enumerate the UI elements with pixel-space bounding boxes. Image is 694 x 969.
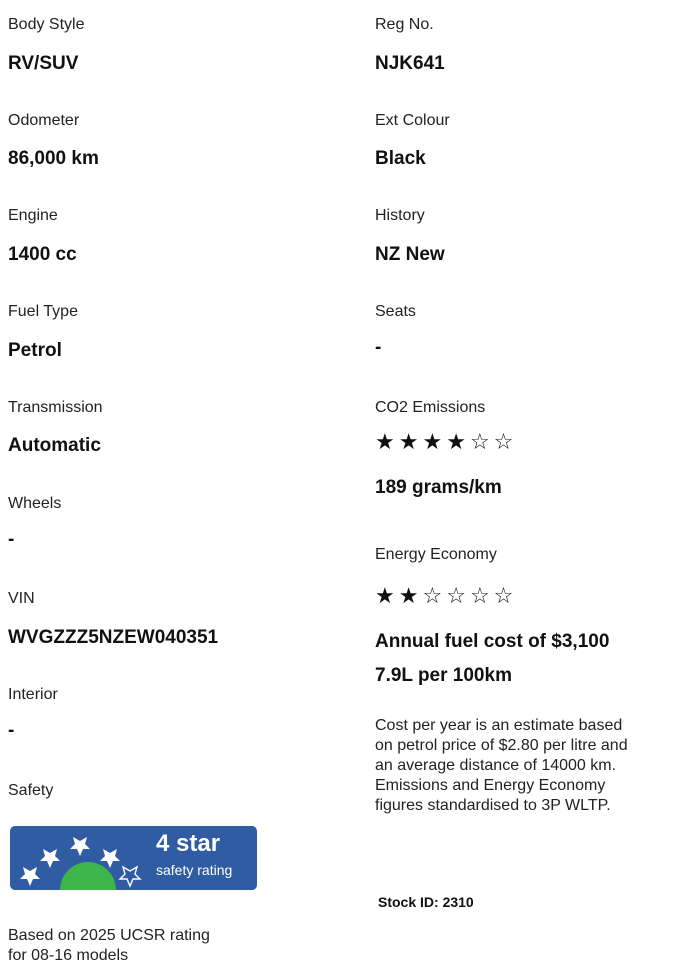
co2-star-rating: ★★★★☆☆ xyxy=(375,430,517,454)
wheels-label: Wheels xyxy=(8,495,62,512)
badge-subtitle: safety rating xyxy=(156,862,233,878)
co2-value: 189 grams/km xyxy=(375,477,502,498)
odometer-label: Odometer xyxy=(8,112,80,129)
body-style-value: RV/SUV xyxy=(8,53,79,74)
star-filled-icon: ★ xyxy=(375,429,399,454)
fuel-note-line: Emissions and Energy Economy xyxy=(375,777,606,794)
star-filled-icon: ★ xyxy=(398,583,423,608)
star-empty-icon: ☆ xyxy=(493,583,518,608)
star-filled-icon: ★ xyxy=(422,429,447,454)
history-label: History xyxy=(375,207,425,224)
engine-value: 1400 cc xyxy=(8,244,77,265)
star-empty-icon: ☆ xyxy=(446,583,470,608)
fuel-type-value: Petrol xyxy=(8,340,62,361)
ext-colour-value: Black xyxy=(375,148,426,169)
transmission-label: Transmission xyxy=(8,399,103,416)
energy-economy-label: Energy Economy xyxy=(375,546,497,563)
fuel-consumption: 7.9L per 100km xyxy=(375,665,512,686)
fuel-note-line: figures standardised to 3P WLTP. xyxy=(375,797,611,814)
star-filled-icon: ★ xyxy=(375,583,399,608)
annual-fuel-cost: Annual fuel cost of $3,100 xyxy=(375,631,610,652)
wheels-value: - xyxy=(8,529,15,550)
safety-note-line1: Based on 2025 UCSR rating xyxy=(8,927,210,944)
engine-label: Engine xyxy=(8,207,58,224)
fuel-note-line: on petrol price of $2.80 per litre and xyxy=(375,737,628,754)
star-empty-icon: ☆ xyxy=(493,429,518,454)
badge-title: 4 star xyxy=(156,830,221,857)
ext-colour-label: Ext Colour xyxy=(375,112,450,129)
interior-value: - xyxy=(8,720,15,741)
body-style-label: Body Style xyxy=(8,16,85,33)
transmission-value: Automatic xyxy=(8,435,101,456)
co2-label: CO2 Emissions xyxy=(375,399,486,416)
safety-note-line2: for 08-16 models xyxy=(8,947,129,964)
star-empty-icon: ☆ xyxy=(469,583,494,608)
vin-label: VIN xyxy=(8,590,35,607)
energy-economy-star-rating: ★★☆☆☆☆ xyxy=(375,584,517,608)
star-empty-icon: ☆ xyxy=(469,429,494,454)
star-empty-icon: ☆ xyxy=(422,583,447,608)
interior-label: Interior xyxy=(8,686,58,703)
fuel-note-line: an average distance of 14000 km. xyxy=(375,757,617,774)
fuel-note-line: Cost per year is an estimate based xyxy=(375,717,623,734)
reg-no-value: NJK641 xyxy=(375,53,445,74)
seats-label: Seats xyxy=(375,303,416,320)
safety-label: Safety xyxy=(8,782,54,799)
star-filled-icon: ★ xyxy=(446,429,470,454)
reg-no-label: Reg No. xyxy=(375,16,434,33)
history-value: NZ New xyxy=(375,244,445,265)
safety-stars-arc-icon xyxy=(20,837,142,890)
fuel-type-label: Fuel Type xyxy=(8,303,78,320)
stock-id: Stock ID: 2310 xyxy=(378,894,474,910)
safety-rating-badge: 4 star safety rating xyxy=(10,826,257,890)
star-filled-icon: ★ xyxy=(398,429,423,454)
odometer-value: 86,000 km xyxy=(8,148,99,169)
vin-value: WVGZZZ5NZEW040351 xyxy=(8,627,219,648)
seats-value: - xyxy=(375,337,382,358)
